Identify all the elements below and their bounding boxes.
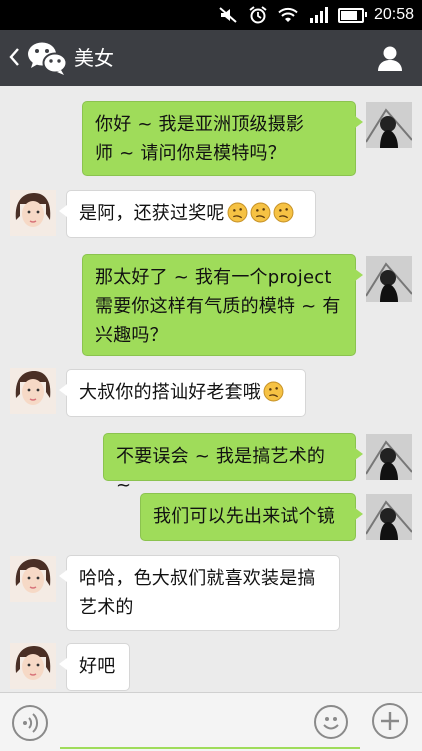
message-list[interactable]: 你好 ~ 我是亚洲顶级摄影 师 ~ 请问你是模特吗？ 是阿，还获过奖呢 那太好了… (0, 86, 422, 692)
message-line: 不要误会 ~ 我是搞艺术的 ~ (116, 446, 326, 496)
alarm-icon (249, 6, 267, 24)
contact-icon[interactable] (376, 44, 404, 72)
chat-header: 美女 (0, 30, 422, 86)
emoji-button[interactable] (314, 705, 348, 739)
status-icons: 20:58 (218, 0, 414, 30)
wechat-icon (28, 42, 68, 75)
more-button[interactable] (372, 703, 408, 739)
message-bubble-sent[interactable]: 你好 ~ 我是亚洲顶级摄影 师 ~ 请问你是模特吗？ (82, 101, 363, 176)
wifi-icon (278, 7, 298, 22)
status-bar: 20:58 (0, 0, 422, 30)
thinking-emoji-icon (227, 202, 248, 223)
plus-icon (381, 712, 399, 730)
message-line: 我们可以先出来试个镜 (153, 506, 335, 527)
message-line: 哈哈，色大叔们就喜欢装是搞 (79, 568, 316, 589)
battery-icon (337, 7, 367, 23)
contact-avatar[interactable] (10, 643, 56, 689)
my-avatar[interactable] (366, 434, 412, 480)
emoji-icon (323, 717, 339, 730)
contact-avatar[interactable] (10, 368, 56, 414)
mute-icon (219, 7, 237, 23)
contact-avatar[interactable] (10, 556, 56, 602)
message-bubble-received[interactable]: 大叔你的搭讪好老套哦 (59, 369, 306, 417)
message-bubble-received[interactable]: 哈哈，色大叔们就喜欢装是搞 艺术的 (59, 555, 340, 631)
message-line: 艺术的 (79, 597, 134, 618)
message-line: 需要你这样有气质的模特 ~ 有 (95, 296, 341, 317)
message-line: 你好 ~ 我是亚洲顶级摄影 (95, 114, 305, 135)
my-avatar[interactable] (366, 256, 412, 302)
signal-icon (309, 7, 328, 23)
my-avatar[interactable] (366, 102, 412, 148)
contact-avatar[interactable] (10, 190, 56, 236)
message-bubble-sent[interactable]: 我们可以先出来试个镜 (140, 493, 363, 541)
chevron-left-icon[interactable] (8, 46, 20, 68)
message-line: 是阿，还获过奖呢 (79, 203, 225, 224)
message-bubble-sent[interactable]: 不要误会 ~ 我是搞艺术的 ~ (103, 433, 363, 496)
status-time: 20:58 (373, 6, 414, 23)
message-line: 师 ~ 请问你是模特吗？ (95, 143, 286, 164)
voice-button[interactable] (12, 705, 48, 741)
chat-title: 美女 (74, 46, 114, 70)
voice-icon (23, 713, 39, 733)
my-avatar[interactable] (366, 494, 412, 540)
message-line: 大叔你的搭讪好老套哦 (79, 382, 261, 403)
message-bubble-received[interactable]: 好吧 (59, 643, 130, 691)
message-line: 好吧 (79, 656, 116, 677)
thinking-emoji-icon (263, 381, 284, 402)
message-bubble-received[interactable]: 是阿，还获过奖呢 (59, 190, 316, 238)
message-bubble-sent[interactable]: 那太好了 ~ 我有一个project 需要你这样有气质的模特 ~ 有 兴趣吗？ (82, 254, 363, 356)
input-bar (0, 692, 422, 751)
thinking-emoji-icon (250, 202, 271, 223)
message-line: 那太好了 ~ 我有一个project (95, 267, 332, 288)
thinking-emoji-icon (273, 202, 294, 223)
message-line: 兴趣吗？ (95, 325, 168, 346)
